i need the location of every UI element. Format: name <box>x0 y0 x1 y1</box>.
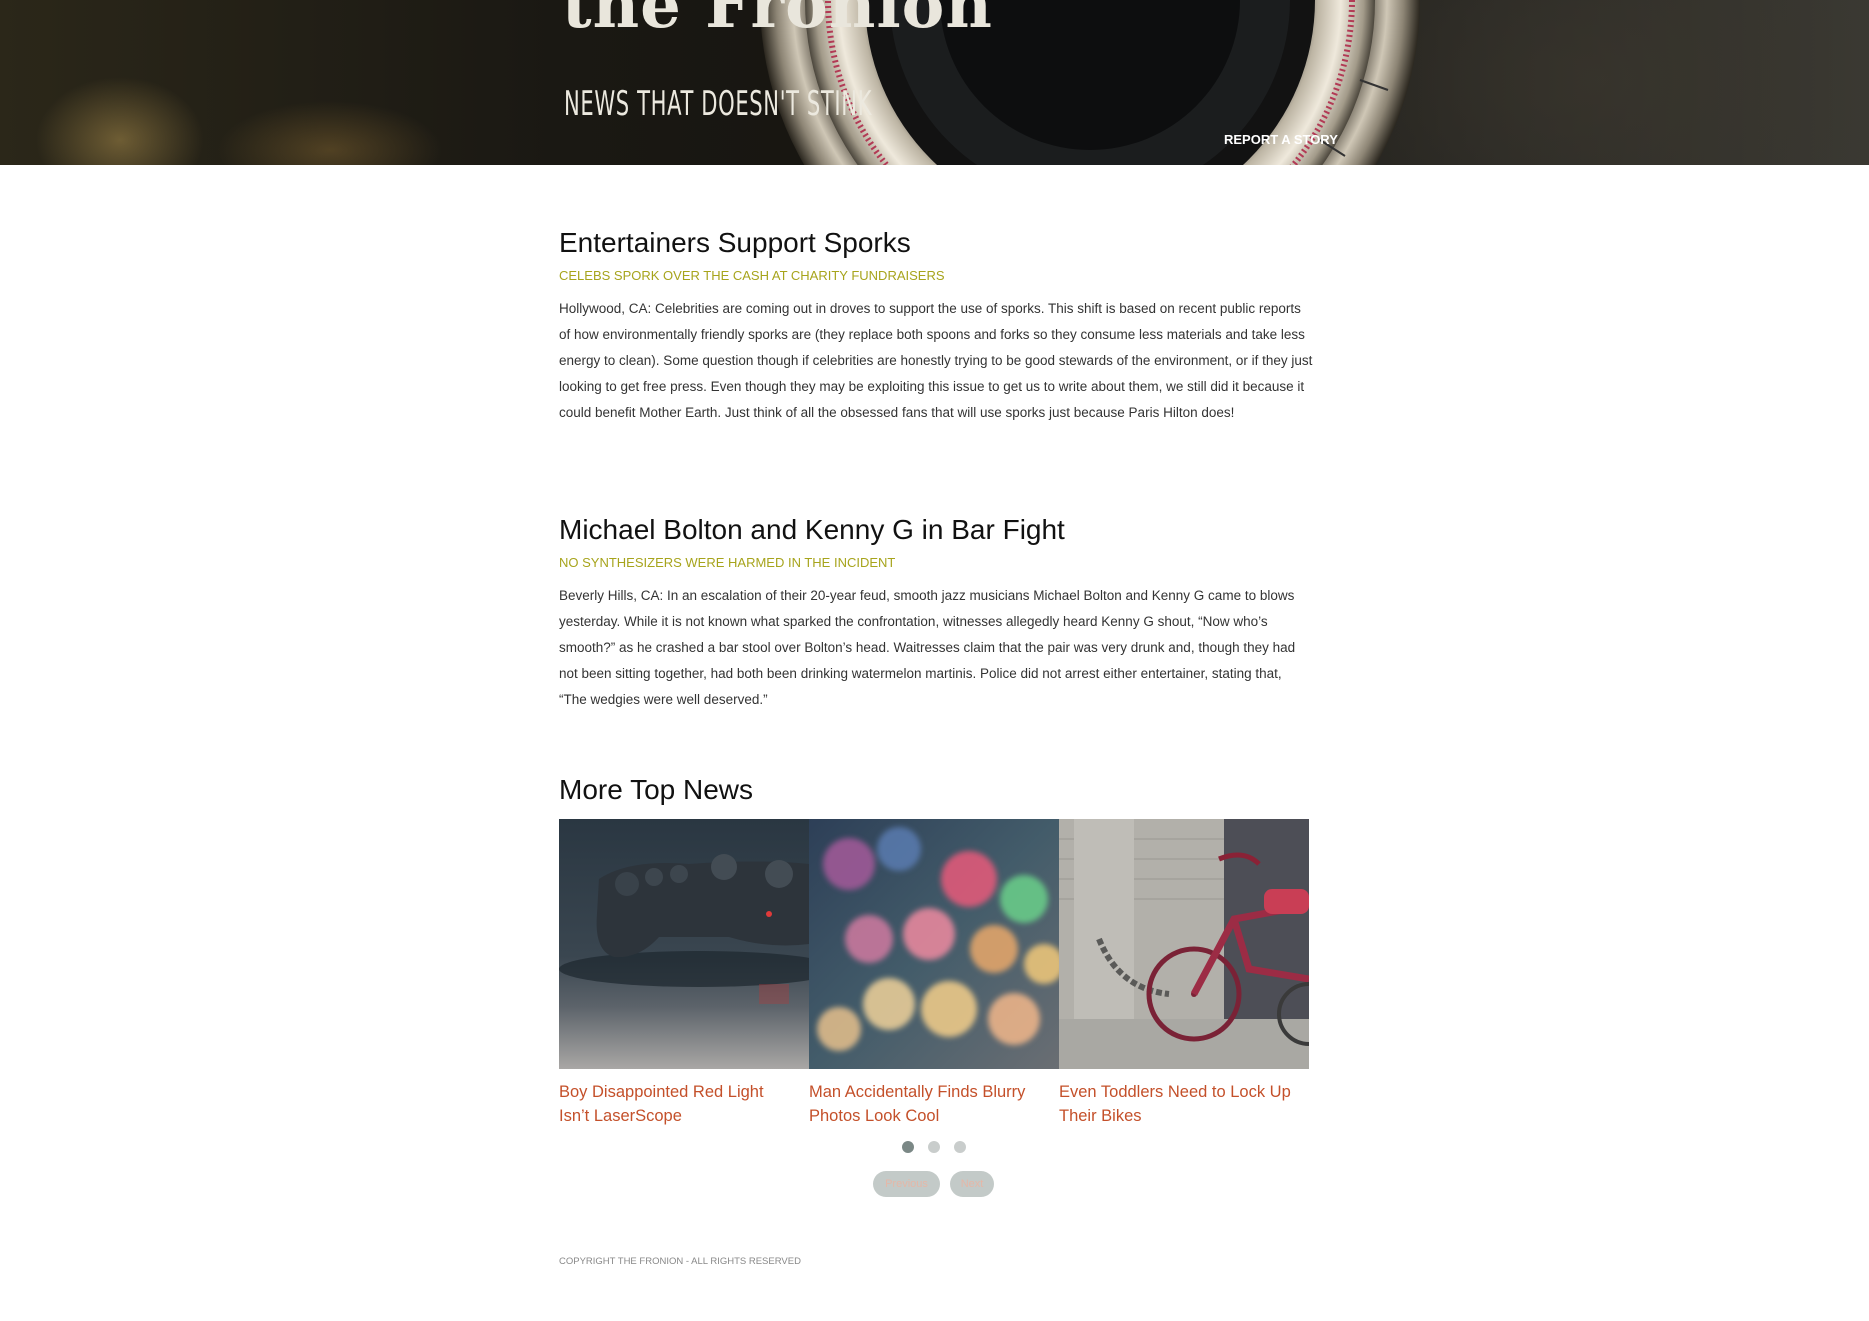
carousel-dot-1[interactable] <box>902 1141 914 1153</box>
site-tagline: NEWS THAT DOESN'T STINK <box>564 84 873 124</box>
next-button[interactable]: Next <box>950 1171 994 1197</box>
header-banner: 16 22 the Fronion NEWS THAT DOESN'T STIN… <box>0 0 1869 165</box>
news-card-title[interactable]: Boy Disappointed Red Light Isn’t LaserSc… <box>559 1080 794 1128</box>
game-controller-photo[interactable] <box>559 819 809 1069</box>
site-title: the Fronion <box>562 0 993 43</box>
previous-button[interactable]: Previous <box>873 1171 940 1197</box>
bokeh-lights-photo[interactable] <box>809 819 1059 1069</box>
report-story-link[interactable]: REPORT A STORY <box>1224 132 1338 147</box>
article-title: Michael Bolton and Kenny G in Bar Fight <box>559 514 1065 545</box>
more-news-heading: More Top News <box>559 774 754 805</box>
article-subtitle: NO SYNTHESIZERS WERE HARMED IN THE INCID… <box>559 555 896 570</box>
news-card: Man Accidentally Finds Blurry Photos Loo… <box>809 819 1059 1128</box>
article-body: Beverly Hills, CA: In an escalation of t… <box>559 588 1296 707</box>
news-card: Boy Disappointed Red Light Isn’t LaserSc… <box>559 819 809 1128</box>
article-subtitle: CELEBS SPORK OVER THE CASH AT CHARITY FU… <box>559 268 945 283</box>
news-card-title[interactable]: Man Accidentally Finds Blurry Photos Loo… <box>809 1080 1044 1128</box>
article-body: Hollywood, CA: Celebrities are coming ou… <box>559 301 1313 420</box>
news-carousel: Boy Disappointed Red Light Isn’t LaserSc… <box>559 819 1309 1125</box>
article-title: Entertainers Support Sporks <box>559 227 911 258</box>
carousel-dot-3[interactable] <box>954 1141 966 1153</box>
copyright-text: COPYRIGHT THE FRONION - ALL RIGHTS RESER… <box>559 1256 801 1267</box>
news-card: Even Toddlers Need to Lock Up Their Bike… <box>1059 819 1309 1128</box>
news-card-title[interactable]: Even Toddlers Need to Lock Up Their Bike… <box>1059 1080 1294 1128</box>
chained-tricycle-photo[interactable] <box>1059 819 1309 1069</box>
carousel-dot-2[interactable] <box>928 1141 940 1153</box>
